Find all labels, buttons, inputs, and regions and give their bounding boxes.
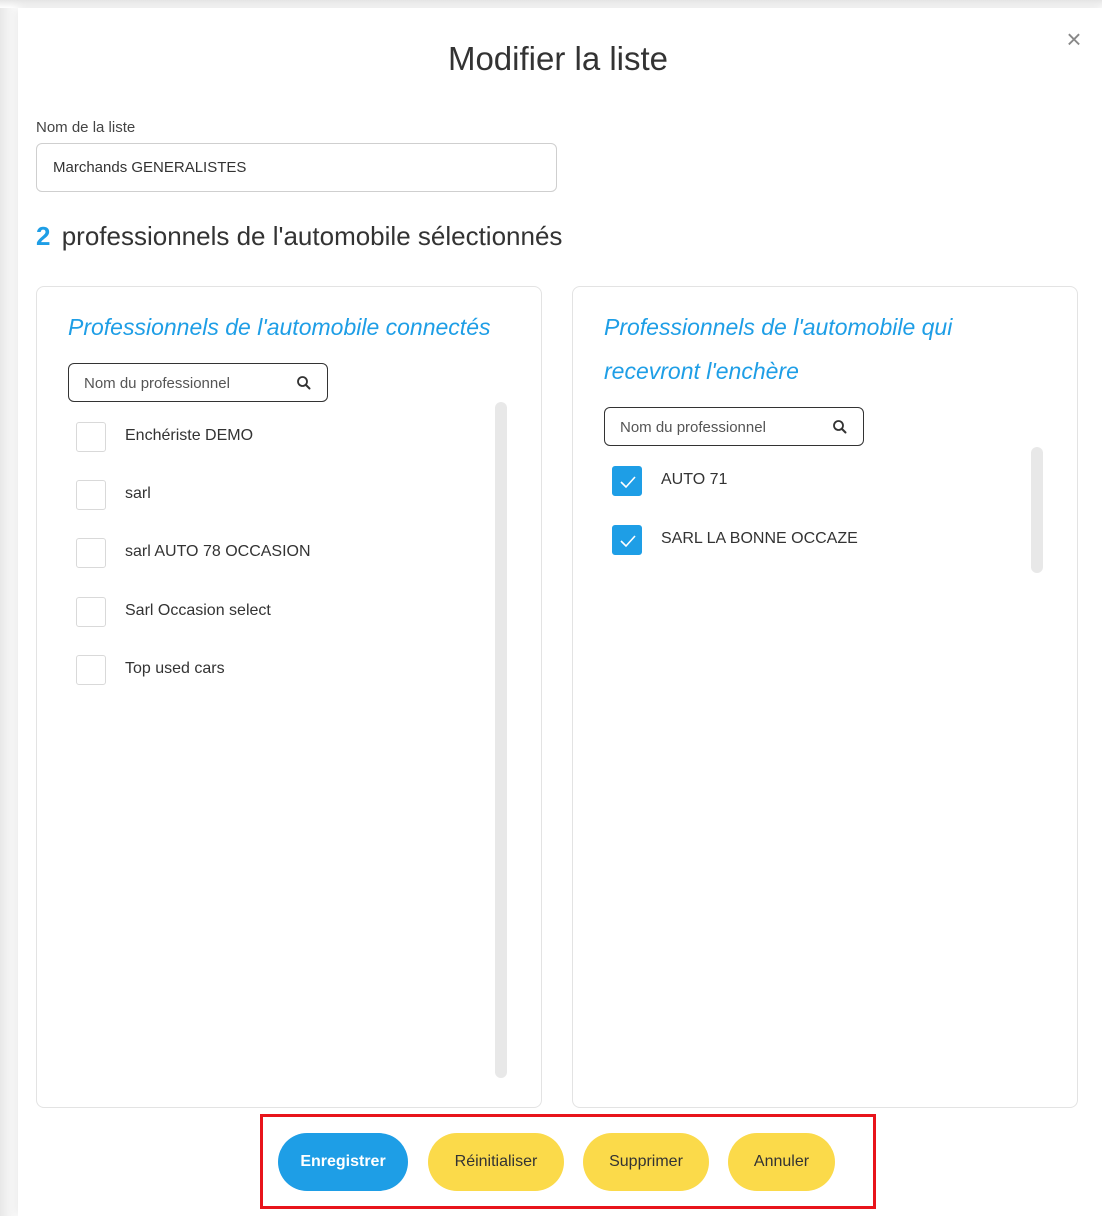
- list-item-label: sarl: [125, 485, 151, 502]
- list-item-label: Top used cars: [125, 660, 225, 677]
- check-icon: [620, 535, 636, 548]
- search-icon[interactable]: [831, 418, 849, 436]
- checkbox[interactable]: [76, 422, 106, 452]
- receiving-panel-title-line1: Professionnels de l'automobile qui: [604, 314, 953, 340]
- selection-summary: 2 professionnels de l'automobile sélecti…: [36, 221, 562, 252]
- connected-panel-title: Professionnels de l'automobile connectés: [68, 314, 491, 340]
- selected-text: professionnels de l'automobile sélection…: [61, 221, 563, 251]
- cancel-button[interactable]: Annuler: [728, 1133, 835, 1191]
- receiving-professionals-panel: Professionnels de l'automobile qui recev…: [572, 286, 1078, 1108]
- list-name-input[interactable]: [36, 143, 557, 192]
- checkbox-checked[interactable]: [612, 466, 642, 496]
- receiving-search-box[interactable]: [604, 407, 864, 446]
- list-item-label: AUTO 71: [661, 471, 728, 488]
- connected-professionals-panel: Professionnels de l'automobile connectés…: [36, 286, 542, 1108]
- backdrop: [0, 0, 18, 1216]
- list-item-label: SARL LA BONNE OCCAZE: [661, 530, 858, 547]
- save-button[interactable]: Enregistrer: [278, 1133, 408, 1191]
- search-icon[interactable]: [295, 374, 313, 392]
- checkbox[interactable]: [76, 480, 106, 510]
- selected-count: 2: [36, 221, 51, 251]
- connected-scrollbar[interactable]: [495, 402, 507, 1078]
- reset-button[interactable]: Réinitialiser: [428, 1133, 564, 1191]
- receiving-search-input[interactable]: [620, 416, 820, 438]
- connected-search-box[interactable]: [68, 363, 328, 402]
- receiving-panel-title-line2: recevront l'enchère: [604, 358, 799, 384]
- list-item-label: sarl AUTO 78 OCCASION: [125, 543, 311, 560]
- check-icon: [620, 476, 636, 489]
- checkbox-checked[interactable]: [612, 525, 642, 555]
- list-item-label: Sarl Occasion select: [125, 602, 271, 619]
- checkbox[interactable]: [76, 538, 106, 568]
- backdrop-top: [0, 0, 1102, 8]
- delete-button[interactable]: Supprimer: [583, 1133, 709, 1191]
- modal-title: Modifier la liste: [447, 40, 669, 77]
- receiving-scrollbar[interactable]: [1031, 447, 1043, 573]
- checkbox[interactable]: [76, 597, 106, 627]
- list-item-label: Enchériste DEMO: [125, 427, 254, 444]
- connected-search-input[interactable]: [84, 372, 284, 394]
- list-name-label: Nom de la liste: [36, 119, 136, 136]
- checkbox[interactable]: [76, 655, 106, 685]
